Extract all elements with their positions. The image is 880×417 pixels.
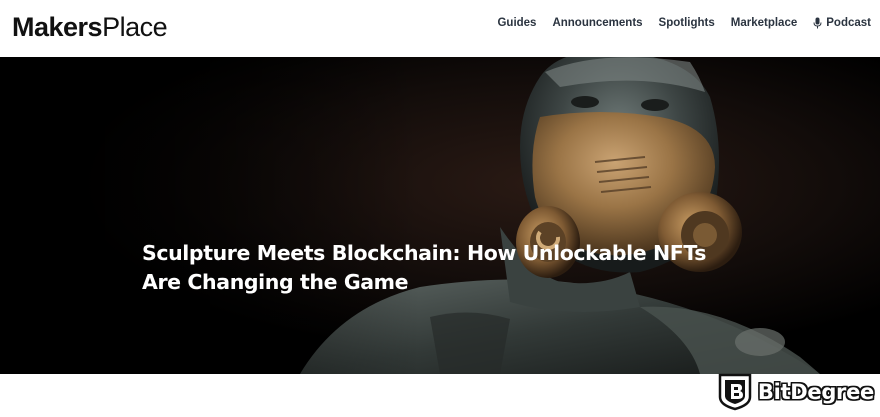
main-nav: Guides Announcements Spotlights Marketpl… (481, 17, 871, 29)
nav-guides[interactable]: Guides (497, 17, 536, 29)
hero-banner[interactable]: Sculpture Meets Blockchain: How Unlockab… (0, 57, 880, 374)
site-header: MakersPlace Guides Announcements Spotlig… (0, 0, 880, 57)
nav-announcements[interactable]: Announcements (552, 17, 642, 29)
hero-image (0, 57, 880, 374)
hero-title-line1: Sculpture Meets Blockchain: How Unlockab… (142, 241, 707, 265)
microphone-icon (813, 17, 822, 29)
logo-place: Place (102, 12, 168, 42)
nav-podcast[interactable]: Podcast (813, 17, 871, 29)
logo-makers: Makers (12, 12, 103, 42)
nav-podcast-label: Podcast (826, 17, 871, 29)
bitdegree-shield-icon (718, 373, 752, 411)
bitdegree-watermark: BitDegree (718, 373, 874, 411)
site-logo[interactable]: MakersPlace (12, 12, 168, 42)
nav-marketplace[interactable]: Marketplace (731, 17, 797, 29)
hero-title[interactable]: Sculpture Meets Blockchain: How Unlockab… (142, 239, 762, 297)
watermark-text: BitDegree (757, 380, 874, 404)
hero-title-line2: Are Changing the Game (142, 270, 409, 294)
nav-spotlights[interactable]: Spotlights (659, 17, 715, 29)
